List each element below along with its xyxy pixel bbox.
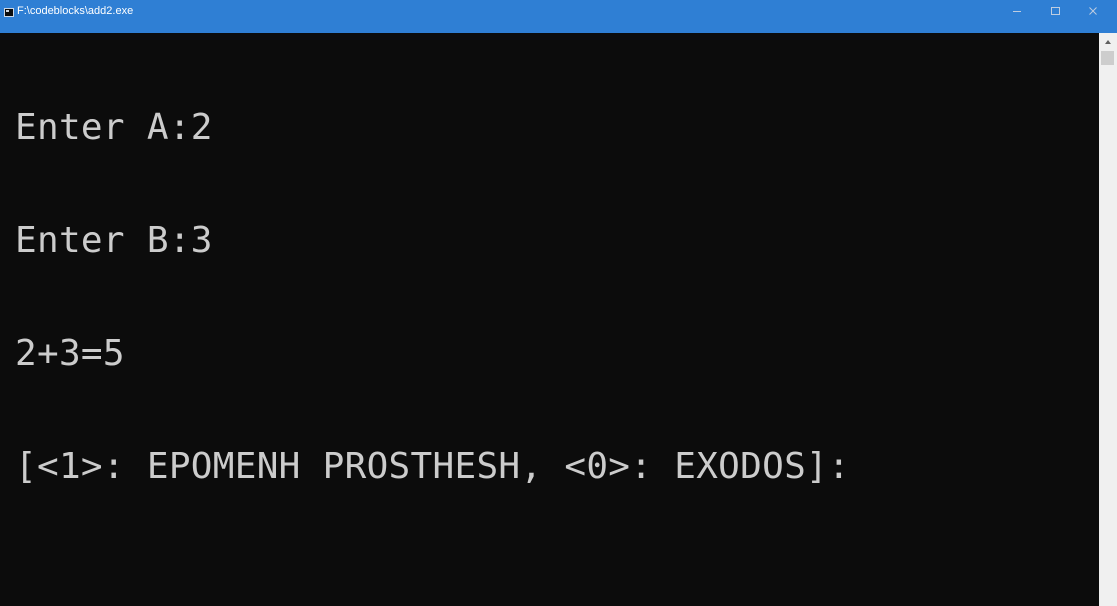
- console-line-enter-b: Enter B:3: [15, 220, 213, 261]
- window-title: F:\codeblocks\add2.exe: [17, 5, 134, 17]
- console-window: F:\codeblocks\add2.exe Enter A:2 Enter B…: [0, 0, 1117, 606]
- vertical-scrollbar[interactable]: [1099, 33, 1117, 606]
- close-button[interactable]: [1074, 0, 1112, 22]
- title-bar[interactable]: F:\codeblocks\add2.exe: [0, 0, 1117, 33]
- console-app-icon[interactable]: [4, 8, 14, 17]
- console-line-result: 2+3=5: [15, 333, 125, 374]
- console-line-prompt: [<1>: EPOMENH PROSTHESH, <0>: EXODOS]:: [15, 446, 851, 487]
- scroll-thumb[interactable]: [1101, 51, 1114, 65]
- maximize-button[interactable]: [1036, 0, 1074, 22]
- close-icon: [1089, 7, 1097, 15]
- console-output[interactable]: Enter A:2 Enter B:3 2+3=5 [<1>: EPOMENH …: [0, 33, 1099, 606]
- console-line-enter-a: Enter A:2: [15, 107, 213, 148]
- minimize-button[interactable]: [998, 0, 1036, 22]
- scroll-up-arrow-icon[interactable]: [1099, 33, 1117, 50]
